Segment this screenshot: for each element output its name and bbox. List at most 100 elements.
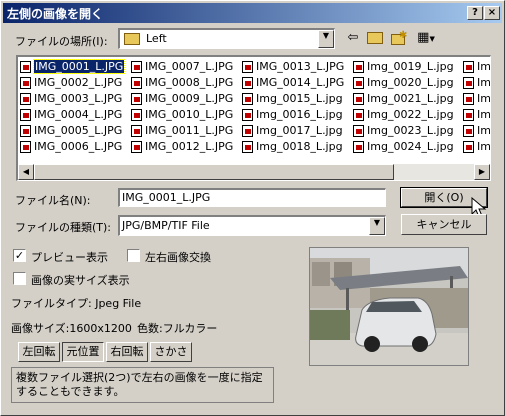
actual-size-checkbox[interactable] — [13, 272, 26, 285]
file-item[interactable]: Img_0024_L.jpg — [353, 139, 454, 155]
file-item[interactable]: IMG_0014_L.JPG — [242, 75, 344, 91]
file-name: Img_0024_L.jpg — [367, 140, 454, 153]
file-item[interactable]: IMG_0011_L.JPG — [131, 123, 233, 139]
back-icon[interactable]: ⇦ — [343, 29, 363, 47]
preview-label: プレビュー表示 — [31, 251, 108, 264]
file-item[interactable]: IMG_0009_L.JPG — [131, 91, 233, 107]
file-column: IMG_0013_L.JPG IMG_0014_L.JPG Img_0015_L.j… — [242, 59, 344, 155]
file-name: Im — [477, 124, 491, 137]
look-in-label: ファイルの場所(I): — [15, 35, 108, 48]
look-in-dropdown[interactable]: Left ▼ — [118, 28, 335, 49]
file-name: IMG_0002_L.JPG — [34, 76, 123, 89]
file-list[interactable]: IMG_0001_L.JPG IMG_0002_L.JPG IMG_0003_L.J… — [16, 55, 491, 181]
file-item[interactable]: IMG_0005_L.JPG — [20, 123, 124, 139]
look-in-value: Left — [146, 32, 167, 45]
file-name: IMG_0009_L.JPG — [145, 92, 234, 105]
file-item[interactable]: Im — [463, 139, 491, 155]
file-item[interactable]: Img_0016_L.jpg — [242, 107, 344, 123]
file-name: Im — [477, 140, 491, 153]
title-bar[interactable]: 左側の画像を開く ? × — [3, 3, 502, 23]
image-file-icon — [463, 93, 474, 105]
file-column: IMG_0007_L.JPG IMG_0008_L.JPG IMG_0009_L.J… — [131, 59, 233, 155]
file-name: IMG_0003_L.JPG — [34, 92, 123, 105]
rotate-left-button[interactable]: 左回転 — [18, 342, 60, 362]
flip-button[interactable]: さかさ — [150, 342, 192, 362]
image-file-icon — [242, 61, 253, 73]
window-title: 左側の画像を開く — [7, 7, 104, 21]
file-item[interactable]: Img_0018_L.jpg — [242, 139, 344, 155]
file-item[interactable]: IMG_0006_L.JPG — [20, 139, 124, 155]
file-item[interactable]: IMG_0008_L.JPG — [131, 75, 233, 91]
file-column: Img_0019_L.jpg Img_0020_L.jpg Img_0021_L.j… — [353, 59, 454, 155]
file-item[interactable]: Img_0022_L.jpg — [353, 107, 454, 123]
file-name: IMG_0001_L.JPG — [32, 59, 126, 74]
scroll-left-icon[interactable]: ◀ — [18, 164, 34, 180]
file-name: Img_0016_L.jpg — [256, 108, 343, 121]
file-item[interactable]: Img_0020_L.jpg — [353, 75, 454, 91]
image-file-icon — [463, 109, 474, 121]
image-file-icon — [242, 141, 253, 153]
file-name: IMG_0013_L.JPG — [256, 60, 345, 73]
view-menu-icon[interactable]: ▦▼ — [413, 29, 439, 47]
file-name-label: ファイル名(N): — [15, 194, 91, 207]
file-name: IMG_0012_L.JPG — [145, 140, 234, 153]
file-type-dropdown[interactable]: JPG/BMP/TIF File ▼ — [118, 215, 386, 236]
folder-icon — [124, 33, 140, 45]
preview-checkbox[interactable]: ✓ — [13, 249, 26, 262]
file-item[interactable]: Img_0023_L.jpg — [353, 123, 454, 139]
image-file-icon — [131, 109, 142, 121]
file-name-input[interactable]: IMG_0001_L.JPG — [118, 188, 386, 207]
file-item[interactable]: Img_0021_L.jpg — [353, 91, 454, 107]
file-name: IMG_0014_L.JPG — [256, 76, 345, 89]
file-item[interactable]: IMG_0003_L.JPG — [20, 91, 124, 107]
image-file-icon — [353, 77, 364, 89]
new-folder-icon[interactable]: ✱ — [389, 29, 409, 47]
file-name: Img_0015_L.jpg — [256, 92, 343, 105]
rotate-right-button[interactable]: 右回転 — [106, 342, 148, 362]
scroll-thumb[interactable] — [34, 164, 394, 180]
file-item[interactable]: IMG_0002_L.JPG — [20, 75, 124, 91]
reset-rotation-button[interactable]: 元位置 — [62, 342, 104, 362]
file-name: Img_0022_L.jpg — [367, 108, 454, 121]
file-item[interactable]: Im — [463, 75, 491, 91]
up-folder-icon[interactable] — [365, 29, 385, 47]
file-name: IMG_0004_L.JPG — [34, 108, 123, 121]
color-depth-info: 色数:フルカラー — [137, 322, 218, 335]
help-button[interactable]: ? — [467, 6, 483, 20]
file-name: Im — [477, 76, 491, 89]
image-file-icon — [242, 125, 253, 137]
file-item[interactable]: IMG_0010_L.JPG — [131, 107, 233, 123]
scroll-right-icon[interactable]: ▶ — [474, 164, 490, 180]
file-item[interactable]: IMG_0013_L.JPG — [242, 59, 344, 75]
image-file-icon — [463, 141, 474, 153]
file-name: Img_0020_L.jpg — [367, 76, 454, 89]
file-item[interactable]: IMG_0007_L.JPG — [131, 59, 233, 75]
image-file-icon — [20, 93, 31, 105]
file-name: Img_0017_L.jpg — [256, 124, 343, 137]
file-column: Im Im Im Im Im Im — [463, 59, 491, 155]
image-file-icon — [242, 77, 253, 89]
file-item[interactable]: Im — [463, 59, 491, 75]
horizontal-scrollbar[interactable]: ◀ ▶ — [18, 164, 490, 180]
file-item[interactable]: Img_0015_L.jpg — [242, 91, 344, 107]
file-item[interactable]: IMG_0012_L.JPG — [131, 139, 233, 155]
file-item[interactable]: Im — [463, 107, 490, 123]
file-item[interactable]: IMG_0004_L.JPG — [20, 107, 124, 123]
file-type-value: JPG/BMP/TIF File — [122, 219, 210, 232]
image-size-info: 画像サイズ:1600x1200 — [11, 322, 132, 335]
cancel-button[interactable]: キャンセル — [401, 214, 487, 235]
file-item[interactable]: Im — [463, 91, 490, 107]
close-button[interactable]: × — [484, 6, 500, 20]
file-name: Im — [477, 60, 491, 73]
swap-checkbox[interactable] — [127, 249, 140, 262]
image-file-icon — [20, 141, 31, 153]
file-name-value: IMG_0001_L.JPG — [122, 191, 211, 204]
file-item[interactable]: Im — [463, 123, 491, 139]
file-item[interactable]: IMG_0001_L.JPG — [20, 59, 126, 75]
chevron-down-icon[interactable]: ▼ — [318, 30, 334, 48]
file-item[interactable]: Img_0019_L.jpg — [353, 59, 454, 75]
file-item[interactable]: Img_0017_L.jpg — [242, 123, 344, 139]
file-name: IMG_0007_L.JPG — [145, 60, 234, 73]
image-file-icon — [131, 141, 142, 153]
chevron-down-icon[interactable]: ▼ — [369, 217, 385, 235]
